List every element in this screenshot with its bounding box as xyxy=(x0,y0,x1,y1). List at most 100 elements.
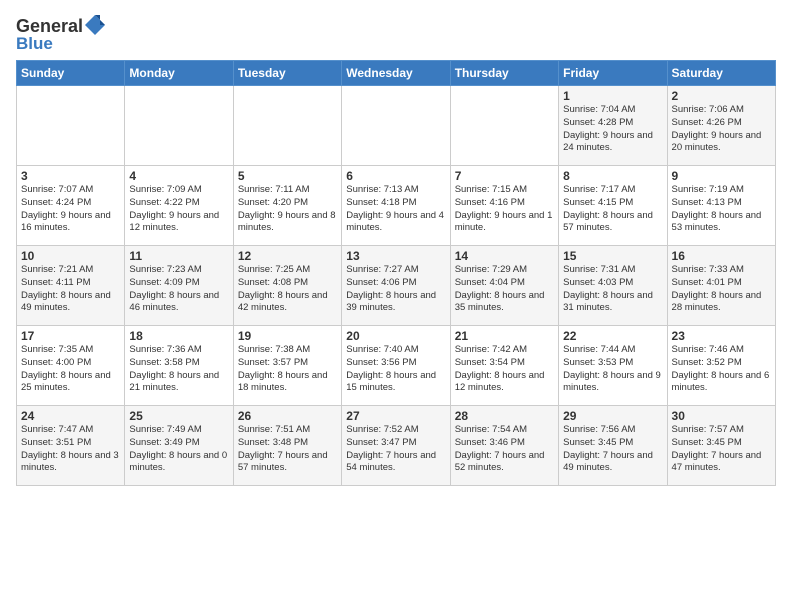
day-number: 23 xyxy=(672,329,771,343)
day-number: 9 xyxy=(672,169,771,183)
day-cell xyxy=(450,86,558,166)
header-row: SundayMondayTuesdayWednesdayThursdayFrid… xyxy=(17,61,776,86)
day-number: 25 xyxy=(129,409,228,423)
logo-blue-text: Blue xyxy=(16,34,106,54)
day-cell xyxy=(125,86,233,166)
day-cell: 28Sunrise: 7:54 AM Sunset: 3:46 PM Dayli… xyxy=(450,406,558,486)
day-cell: 22Sunrise: 7:44 AM Sunset: 3:53 PM Dayli… xyxy=(559,326,667,406)
day-info: Sunrise: 7:25 AM Sunset: 4:08 PM Dayligh… xyxy=(238,264,337,315)
day-cell xyxy=(342,86,450,166)
day-info: Sunrise: 7:09 AM Sunset: 4:22 PM Dayligh… xyxy=(129,184,228,235)
day-info: Sunrise: 7:31 AM Sunset: 4:03 PM Dayligh… xyxy=(563,264,662,315)
week-row: 10Sunrise: 7:21 AM Sunset: 4:11 PM Dayli… xyxy=(17,246,776,326)
day-info: Sunrise: 7:46 AM Sunset: 3:52 PM Dayligh… xyxy=(672,344,771,395)
week-row: 17Sunrise: 7:35 AM Sunset: 4:00 PM Dayli… xyxy=(17,326,776,406)
day-info: Sunrise: 7:42 AM Sunset: 3:54 PM Dayligh… xyxy=(455,344,554,395)
day-cell: 29Sunrise: 7:56 AM Sunset: 3:45 PM Dayli… xyxy=(559,406,667,486)
day-number: 1 xyxy=(563,89,662,103)
day-cell: 17Sunrise: 7:35 AM Sunset: 4:00 PM Dayli… xyxy=(17,326,125,406)
day-cell: 27Sunrise: 7:52 AM Sunset: 3:47 PM Dayli… xyxy=(342,406,450,486)
day-number: 30 xyxy=(672,409,771,423)
day-cell: 6Sunrise: 7:13 AM Sunset: 4:18 PM Daylig… xyxy=(342,166,450,246)
header-day: Wednesday xyxy=(342,61,450,86)
day-cell: 8Sunrise: 7:17 AM Sunset: 4:15 PM Daylig… xyxy=(559,166,667,246)
day-number: 7 xyxy=(455,169,554,183)
day-info: Sunrise: 7:54 AM Sunset: 3:46 PM Dayligh… xyxy=(455,424,554,475)
page-container: General Blue SundayMondayTuesdayWednesda… xyxy=(0,0,792,494)
day-cell: 11Sunrise: 7:23 AM Sunset: 4:09 PM Dayli… xyxy=(125,246,233,326)
day-info: Sunrise: 7:35 AM Sunset: 4:00 PM Dayligh… xyxy=(21,344,120,395)
day-cell xyxy=(233,86,341,166)
day-number: 12 xyxy=(238,249,337,263)
day-number: 21 xyxy=(455,329,554,343)
day-cell: 1Sunrise: 7:04 AM Sunset: 4:28 PM Daylig… xyxy=(559,86,667,166)
day-info: Sunrise: 7:47 AM Sunset: 3:51 PM Dayligh… xyxy=(21,424,120,475)
day-cell: 5Sunrise: 7:11 AM Sunset: 4:20 PM Daylig… xyxy=(233,166,341,246)
day-cell: 21Sunrise: 7:42 AM Sunset: 3:54 PM Dayli… xyxy=(450,326,558,406)
day-number: 15 xyxy=(563,249,662,263)
day-cell: 2Sunrise: 7:06 AM Sunset: 4:26 PM Daylig… xyxy=(667,86,775,166)
day-info: Sunrise: 7:33 AM Sunset: 4:01 PM Dayligh… xyxy=(672,264,771,315)
day-info: Sunrise: 7:13 AM Sunset: 4:18 PM Dayligh… xyxy=(346,184,445,235)
header-day: Thursday xyxy=(450,61,558,86)
logo-icon xyxy=(84,14,106,36)
day-number: 27 xyxy=(346,409,445,423)
day-cell xyxy=(17,86,125,166)
day-info: Sunrise: 7:56 AM Sunset: 3:45 PM Dayligh… xyxy=(563,424,662,475)
day-cell: 12Sunrise: 7:25 AM Sunset: 4:08 PM Dayli… xyxy=(233,246,341,326)
day-number: 16 xyxy=(672,249,771,263)
day-info: Sunrise: 7:27 AM Sunset: 4:06 PM Dayligh… xyxy=(346,264,445,315)
header-day: Saturday xyxy=(667,61,775,86)
day-info: Sunrise: 7:17 AM Sunset: 4:15 PM Dayligh… xyxy=(563,184,662,235)
day-info: Sunrise: 7:15 AM Sunset: 4:16 PM Dayligh… xyxy=(455,184,554,235)
day-cell: 30Sunrise: 7:57 AM Sunset: 3:45 PM Dayli… xyxy=(667,406,775,486)
week-row: 3Sunrise: 7:07 AM Sunset: 4:24 PM Daylig… xyxy=(17,166,776,246)
day-info: Sunrise: 7:21 AM Sunset: 4:11 PM Dayligh… xyxy=(21,264,120,315)
day-number: 17 xyxy=(21,329,120,343)
day-number: 2 xyxy=(672,89,771,103)
day-info: Sunrise: 7:11 AM Sunset: 4:20 PM Dayligh… xyxy=(238,184,337,235)
day-info: Sunrise: 7:36 AM Sunset: 3:58 PM Dayligh… xyxy=(129,344,228,395)
day-info: Sunrise: 7:06 AM Sunset: 4:26 PM Dayligh… xyxy=(672,104,771,155)
day-info: Sunrise: 7:44 AM Sunset: 3:53 PM Dayligh… xyxy=(563,344,662,395)
day-cell: 10Sunrise: 7:21 AM Sunset: 4:11 PM Dayli… xyxy=(17,246,125,326)
day-cell: 3Sunrise: 7:07 AM Sunset: 4:24 PM Daylig… xyxy=(17,166,125,246)
header-day: Friday xyxy=(559,61,667,86)
day-cell: 9Sunrise: 7:19 AM Sunset: 4:13 PM Daylig… xyxy=(667,166,775,246)
day-number: 29 xyxy=(563,409,662,423)
day-number: 28 xyxy=(455,409,554,423)
day-info: Sunrise: 7:29 AM Sunset: 4:04 PM Dayligh… xyxy=(455,264,554,315)
page-header: General Blue xyxy=(16,12,776,54)
day-info: Sunrise: 7:23 AM Sunset: 4:09 PM Dayligh… xyxy=(129,264,228,315)
day-number: 19 xyxy=(238,329,337,343)
day-cell: 14Sunrise: 7:29 AM Sunset: 4:04 PM Dayli… xyxy=(450,246,558,326)
day-cell: 24Sunrise: 7:47 AM Sunset: 3:51 PM Dayli… xyxy=(17,406,125,486)
logo: General Blue xyxy=(16,16,106,54)
day-number: 14 xyxy=(455,249,554,263)
day-cell: 7Sunrise: 7:15 AM Sunset: 4:16 PM Daylig… xyxy=(450,166,558,246)
day-cell: 20Sunrise: 7:40 AM Sunset: 3:56 PM Dayli… xyxy=(342,326,450,406)
week-row: 24Sunrise: 7:47 AM Sunset: 3:51 PM Dayli… xyxy=(17,406,776,486)
day-number: 26 xyxy=(238,409,337,423)
day-info: Sunrise: 7:52 AM Sunset: 3:47 PM Dayligh… xyxy=(346,424,445,475)
day-cell: 15Sunrise: 7:31 AM Sunset: 4:03 PM Dayli… xyxy=(559,246,667,326)
day-cell: 25Sunrise: 7:49 AM Sunset: 3:49 PM Dayli… xyxy=(125,406,233,486)
day-cell: 18Sunrise: 7:36 AM Sunset: 3:58 PM Dayli… xyxy=(125,326,233,406)
day-cell: 16Sunrise: 7:33 AM Sunset: 4:01 PM Dayli… xyxy=(667,246,775,326)
day-cell: 26Sunrise: 7:51 AM Sunset: 3:48 PM Dayli… xyxy=(233,406,341,486)
day-info: Sunrise: 7:07 AM Sunset: 4:24 PM Dayligh… xyxy=(21,184,120,235)
day-number: 5 xyxy=(238,169,337,183)
day-info: Sunrise: 7:38 AM Sunset: 3:57 PM Dayligh… xyxy=(238,344,337,395)
day-cell: 13Sunrise: 7:27 AM Sunset: 4:06 PM Dayli… xyxy=(342,246,450,326)
week-row: 1Sunrise: 7:04 AM Sunset: 4:28 PM Daylig… xyxy=(17,86,776,166)
day-info: Sunrise: 7:49 AM Sunset: 3:49 PM Dayligh… xyxy=(129,424,228,475)
header-day: Sunday xyxy=(17,61,125,86)
day-number: 22 xyxy=(563,329,662,343)
calendar-table: SundayMondayTuesdayWednesdayThursdayFrid… xyxy=(16,60,776,486)
day-info: Sunrise: 7:04 AM Sunset: 4:28 PM Dayligh… xyxy=(563,104,662,155)
day-info: Sunrise: 7:40 AM Sunset: 3:56 PM Dayligh… xyxy=(346,344,445,395)
day-number: 18 xyxy=(129,329,228,343)
day-cell: 4Sunrise: 7:09 AM Sunset: 4:22 PM Daylig… xyxy=(125,166,233,246)
day-number: 10 xyxy=(21,249,120,263)
day-number: 6 xyxy=(346,169,445,183)
